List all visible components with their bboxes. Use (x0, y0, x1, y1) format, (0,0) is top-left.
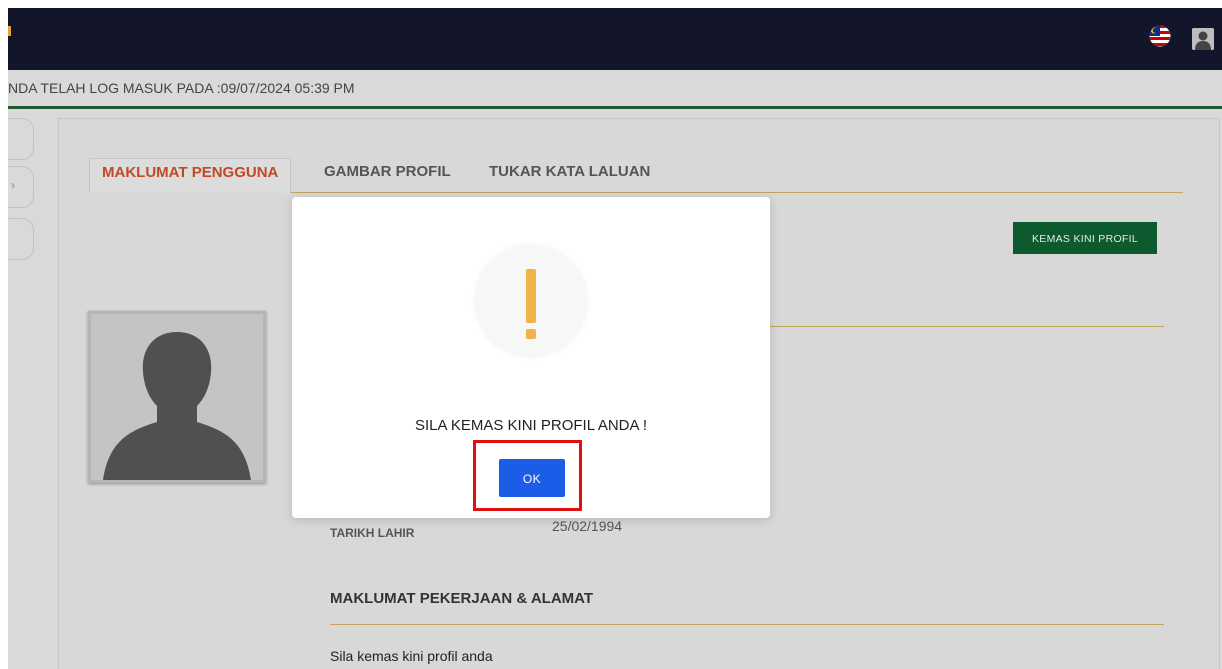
tab-tukar-kata-laluan[interactable]: TUKAR KATA LALUAN (489, 158, 650, 192)
last-login-text: NDA TELAH LOG MASUK PADA :09/07/2024 05:… (8, 80, 355, 96)
login-info-bar: NDA TELAH LOG MASUK PADA :09/07/2024 05:… (8, 70, 1222, 109)
side-rail-tab-2[interactable]: › (8, 166, 34, 208)
side-rail-tab-1[interactable] (8, 118, 34, 160)
dob-value: 25/02/1994 (552, 518, 623, 534)
alert-message: SILA KEMAS KINI PROFIL ANDA ! (414, 417, 648, 434)
app-screen: NDA TELAH LOG MASUK PADA :09/07/2024 05:… (8, 8, 1222, 669)
warning-exclamation-icon (475, 245, 587, 357)
tab-maklumat-pengguna[interactable]: MAKLUMAT PENGGUNA (89, 158, 292, 193)
dob-label: TARIKH LAHIR (330, 526, 415, 540)
exclamation-bar (526, 269, 536, 323)
side-rail-tab-3[interactable] (8, 218, 34, 260)
user-avatar-icon[interactable] (1192, 28, 1214, 50)
malaysia-flag-icon[interactable] (1148, 25, 1172, 47)
brand-logo-fragment (8, 26, 11, 36)
work-address-heading: MAKLUMAT PEKERJAAN & ALAMAT (330, 590, 594, 607)
exclamation-dot (526, 329, 536, 339)
alert-dialog: SILA KEMAS KINI PROFIL ANDA ! OK (292, 197, 770, 518)
work-address-placeholder: Sila kemas kini profil anda (330, 648, 493, 664)
chevron-right-icon: › (11, 178, 15, 192)
update-profile-button[interactable]: KEMAS KINI PROFIL (1013, 222, 1157, 254)
default-avatar-icon (91, 314, 263, 480)
profile-tabs: MAKLUMAT PENGGUNA GAMBAR PROFIL TUKAR KA… (89, 158, 1183, 193)
section-divider (330, 624, 1164, 625)
tab-gambar-profil[interactable]: GAMBAR PROFIL (324, 158, 451, 192)
profile-photo (88, 311, 266, 483)
ok-button[interactable]: OK (499, 459, 565, 497)
top-navbar (8, 8, 1222, 70)
